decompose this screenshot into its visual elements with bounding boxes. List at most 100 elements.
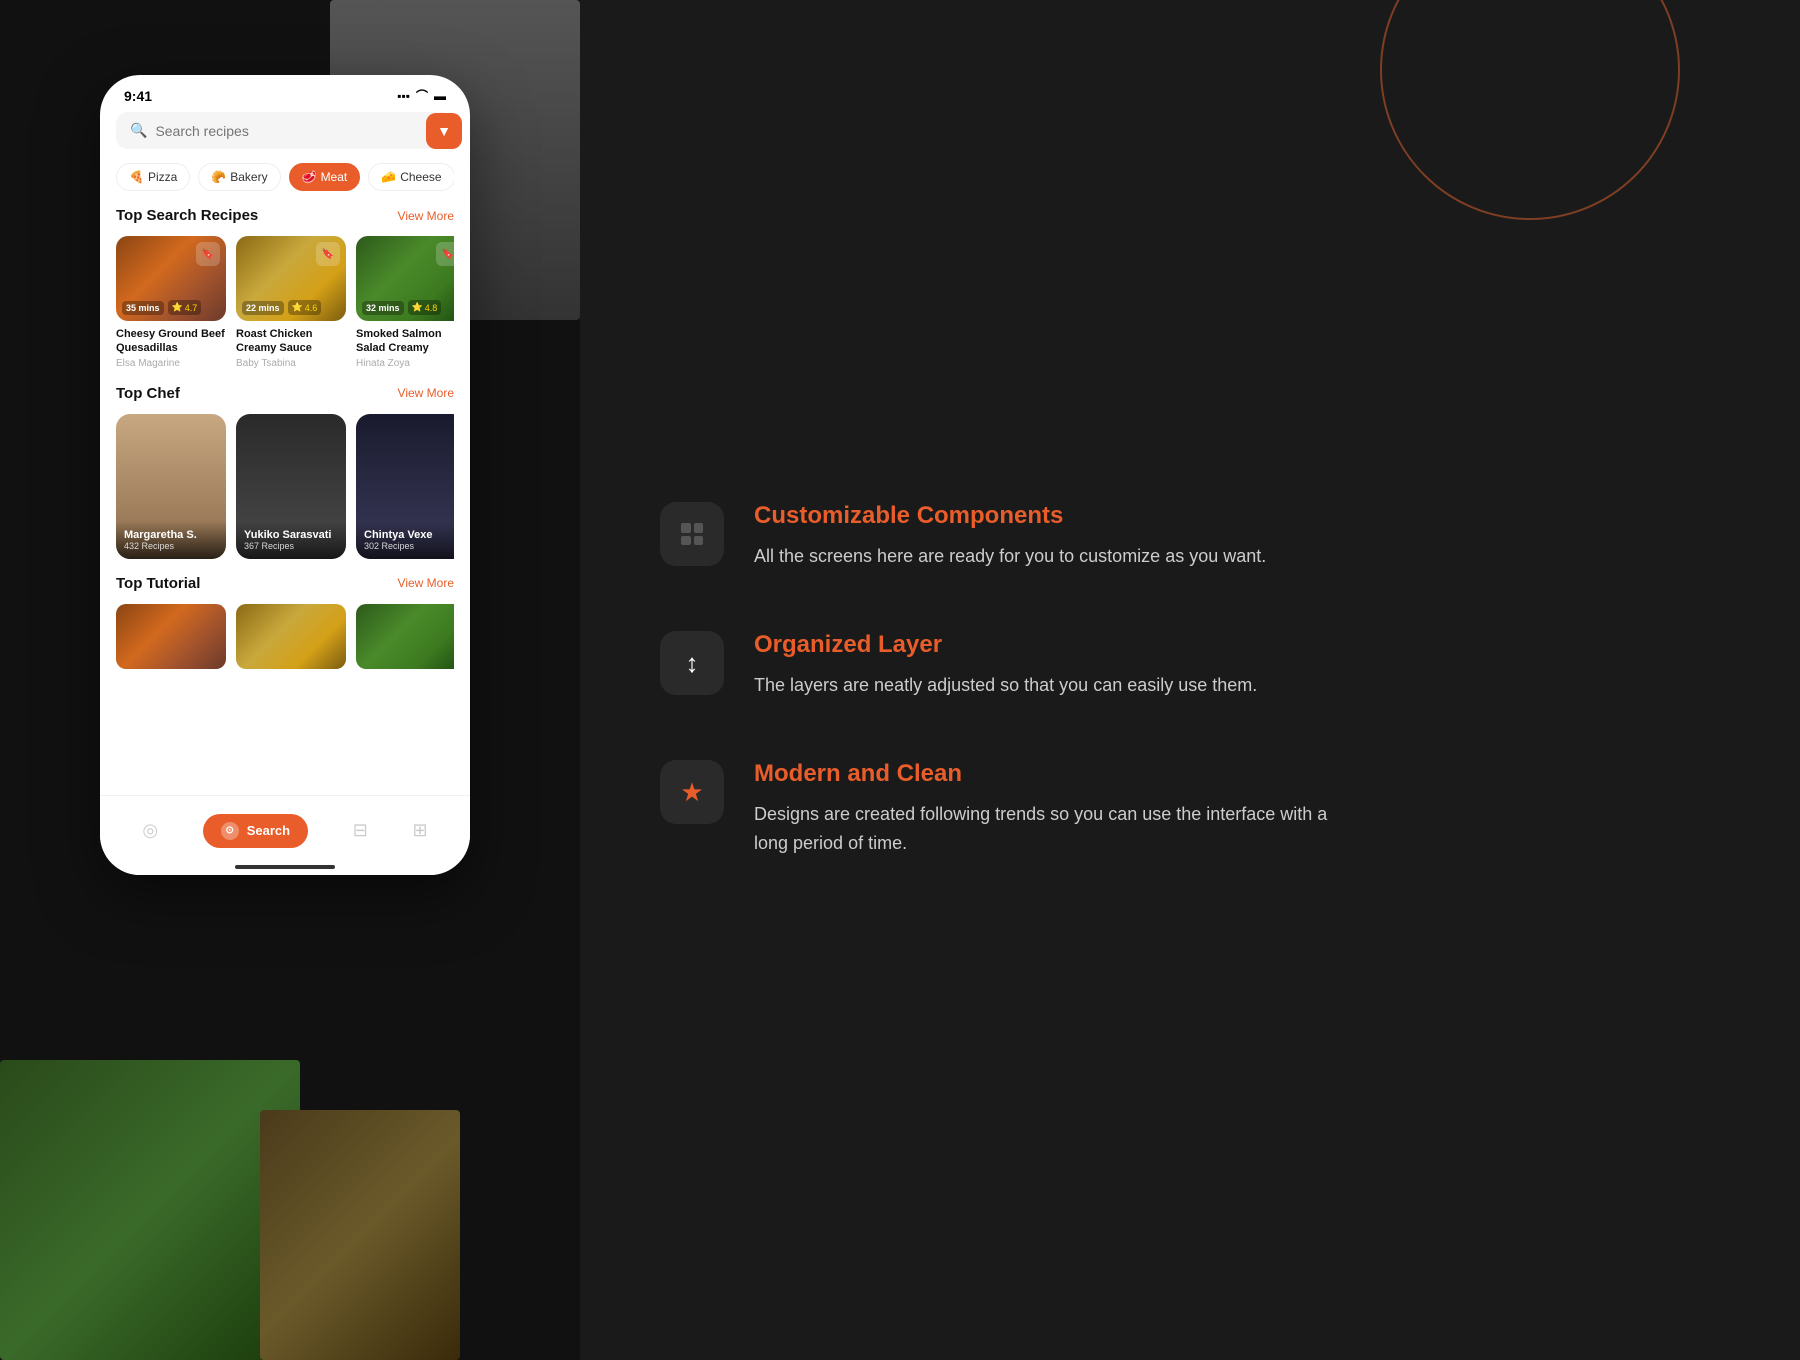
tutorial-thumb-1[interactable] xyxy=(116,604,226,669)
feature-desc-3: Designs are created following trends so … xyxy=(754,800,1354,858)
chef-card-1[interactable]: Margaretha S. 432 Recipes xyxy=(116,414,226,559)
feature-content-1: Customizable Components All the screens … xyxy=(754,502,1720,571)
top-chef-title: Top Chef xyxy=(116,385,180,402)
home-icon: ◎ xyxy=(142,820,158,841)
bookmark-nav-icon: ⊟ xyxy=(353,820,368,841)
grid-nav-icon: ⊞ xyxy=(413,820,428,841)
star-icon: ★ xyxy=(680,777,703,808)
bookmark-icon-3: 🔖 xyxy=(436,242,454,266)
chef-overlay-1: Margaretha S. 432 Recipes xyxy=(116,521,226,559)
feature-desc-1: All the screens here are ready for you t… xyxy=(754,542,1354,571)
status-bar: 9:41 ▪▪▪ ⌒ ▬ xyxy=(100,75,470,112)
signal-icon: ▪▪▪ xyxy=(397,89,410,103)
recipe-rating-3: ⭐ 4.8 xyxy=(408,300,442,315)
cheese-icon: 🧀 xyxy=(381,170,396,184)
feature-icon-box-3: ★ xyxy=(660,760,724,824)
bookmark-icon-1: 🔖 xyxy=(196,242,220,266)
top-tutorial-view-more[interactable]: View More xyxy=(398,576,454,590)
nav-home[interactable]: ◎ xyxy=(142,820,158,841)
tutorial-thumb-2[interactable] xyxy=(236,604,346,669)
recipe-time-3: 32 mins xyxy=(362,301,404,315)
feature-icon-box-1 xyxy=(660,502,724,566)
nav-search-label: Search xyxy=(247,823,290,838)
home-indicator xyxy=(235,865,335,869)
chef-recipes-1: 432 Recipes xyxy=(124,541,218,551)
recipe-name-2: Roast Chicken Creamy Sauce xyxy=(236,327,346,356)
recipe-meta-3: 32 mins ⭐ 4.8 xyxy=(362,300,441,315)
status-time: 9:41 xyxy=(124,88,152,104)
feature-content-2: Organized Layer The layers are neatly ad… xyxy=(754,631,1720,700)
top-recipes-view-more[interactable]: View More xyxy=(398,209,454,223)
recipe-rating-2: ⭐ 4.6 xyxy=(288,300,322,315)
recipe-author-2: Baby Tsabina xyxy=(236,358,346,369)
top-chef-view-more[interactable]: View More xyxy=(398,386,454,400)
feature-item-2: ↕ Organized Layer The layers are neatly … xyxy=(660,631,1720,700)
recipe-time-1: 35 mins xyxy=(122,301,164,315)
feature-title-3: Modern and Clean xyxy=(754,760,1720,788)
chef-recipes-2: 367 Recipes xyxy=(244,541,338,551)
feature-title-1: Customizable Components xyxy=(754,502,1720,530)
chef-card-3[interactable]: Chintya Vexe 302 Recipes xyxy=(356,414,454,559)
feature-item-3: ★ Modern and Clean Designs are created f… xyxy=(660,760,1720,858)
feature-content-3: Modern and Clean Designs are created fol… xyxy=(754,760,1720,858)
nav-search-button[interactable]: ⊙ Search xyxy=(203,814,308,848)
feature-desc-2: The layers are neatly adjusted so that y… xyxy=(754,671,1354,700)
filter-button[interactable]: ▼ xyxy=(426,113,462,149)
feature-title-2: Organized Layer xyxy=(754,631,1720,659)
meat-icon: 🥩 xyxy=(302,170,317,184)
battery-icon: ▬ xyxy=(434,89,446,103)
recipe-card-3[interactable]: 🔖 32 mins ⭐ 4.8 Smoked Salmon Salad Crea… xyxy=(356,236,454,369)
bg-food2-image xyxy=(260,1110,460,1360)
top-tutorial-title: Top Tutorial xyxy=(116,575,200,592)
category-bakery[interactable]: 🥐 Bakery xyxy=(198,163,280,191)
feature-item-1: Customizable Components All the screens … xyxy=(660,502,1720,571)
category-cheese[interactable]: 🧀 Cheese xyxy=(368,163,454,191)
top-recipes-header: Top Search Recipes View More xyxy=(116,207,454,224)
recipe-meta-1: 35 mins ⭐ 4.7 xyxy=(122,300,201,315)
phone-mockup: 9:41 ▪▪▪ ⌒ ▬ 🔍 ▼ 🍕 Pizza 🥐 Bakery xyxy=(100,75,470,875)
recipe-author-1: Elsa Magarine xyxy=(116,358,226,369)
chef-overlay-2: Yukiko Sarasvati 367 Recipes xyxy=(236,521,346,559)
pizza-icon: 🍕 xyxy=(129,170,144,184)
chefs-row: Margaretha S. 432 Recipes Yukiko Sarasva… xyxy=(116,414,454,559)
chef-overlay-3: Chintya Vexe 302 Recipes xyxy=(356,521,454,559)
recipe-card-1[interactable]: 🔖 35 mins ⭐ 4.7 Cheesy Ground Beef Quesa… xyxy=(116,236,226,369)
bottom-nav: ◎ ⊙ Search ⊟ ⊞ xyxy=(100,795,470,875)
recipes-row: 🔖 35 mins ⭐ 4.7 Cheesy Ground Beef Quesa… xyxy=(116,236,454,369)
recipe-img-2: 🔖 22 mins ⭐ 4.6 xyxy=(236,236,346,321)
search-input[interactable] xyxy=(155,123,440,139)
bg-food-image xyxy=(0,1060,300,1360)
nav-bookmark[interactable]: ⊟ xyxy=(353,820,368,841)
bookmark-icon-2: 🔖 xyxy=(316,242,340,266)
recipe-time-2: 22 mins xyxy=(242,301,284,315)
grid-icon xyxy=(681,523,703,545)
chef-name-2: Yukiko Sarasvati xyxy=(244,529,338,541)
right-panel: Customizable Components All the screens … xyxy=(580,0,1800,1360)
tutorial-row xyxy=(116,604,454,669)
phone-content: 🔍 ▼ 🍕 Pizza 🥐 Bakery 🥩 Meat 🧀 Cheese xyxy=(100,112,470,812)
chef-card-2[interactable]: Yukiko Sarasvati 367 Recipes xyxy=(236,414,346,559)
search-bar-container: 🔍 ▼ xyxy=(116,112,454,149)
layers-icon: ↕ xyxy=(686,648,699,679)
chef-name-1: Margaretha S. xyxy=(124,529,218,541)
top-chef-header: Top Chef View More xyxy=(116,385,454,402)
recipe-name-3: Smoked Salmon Salad Creamy xyxy=(356,327,454,356)
chef-name-3: Chintya Vexe xyxy=(364,529,454,541)
wifi-icon: ⌒ xyxy=(416,87,428,104)
nav-grid[interactable]: ⊞ xyxy=(413,820,428,841)
status-icons: ▪▪▪ ⌒ ▬ xyxy=(397,87,446,104)
top-tutorial-header: Top Tutorial View More xyxy=(116,575,454,592)
category-meat[interactable]: 🥩 Meat xyxy=(289,163,361,191)
recipe-name-1: Cheesy Ground Beef Quesadillas xyxy=(116,327,226,356)
recipe-rating-1: ⭐ 4.7 xyxy=(168,300,202,315)
filter-icon: ▼ xyxy=(437,123,451,139)
search-bar-icon: 🔍 xyxy=(130,122,147,139)
recipe-img-1: 🔖 35 mins ⭐ 4.7 xyxy=(116,236,226,321)
top-recipes-title: Top Search Recipes xyxy=(116,207,258,224)
recipe-card-2[interactable]: 🔖 22 mins ⭐ 4.6 Roast Chicken Creamy Sau… xyxy=(236,236,346,369)
recipe-meta-2: 22 mins ⭐ 4.6 xyxy=(242,300,321,315)
recipe-author-3: Hinata Zoya xyxy=(356,358,454,369)
tutorial-thumb-3[interactable] xyxy=(356,604,454,669)
nav-search-icon: ⊙ xyxy=(221,822,239,840)
category-pizza[interactable]: 🍕 Pizza xyxy=(116,163,190,191)
